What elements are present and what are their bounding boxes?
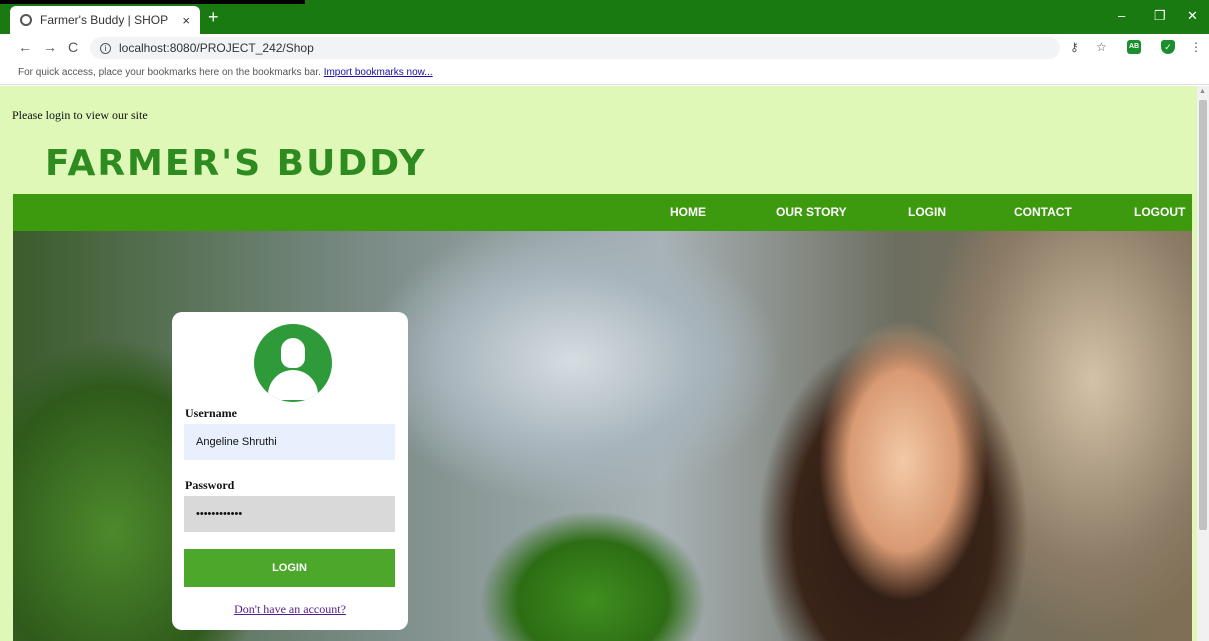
shield-extension-icon[interactable]: ✓ [1161,40,1175,54]
tab-title: Farmer's Buddy | SHOP [40,13,169,27]
nav-login[interactable]: LOGIN [908,205,946,219]
nav-logout[interactable]: LOGOUT [1134,205,1185,219]
password-label: Password [185,478,235,492]
tab-close-icon[interactable]: × [182,13,190,28]
bookmarks-bar: For quick access, place your bookmarks h… [0,61,1209,85]
info-icon[interactable]: i [100,42,111,54]
user-avatar-icon [254,324,332,402]
username-label: Username [185,406,237,420]
scrollbar-thumb[interactable] [1199,100,1207,530]
scroll-up-icon[interactable]: ▲ [1199,88,1206,95]
import-bookmarks-link[interactable]: Import bookmarks now... [324,67,433,78]
browser-tab[interactable]: Farmer's Buddy | SHOP × [10,6,200,34]
forward-icon[interactable]: → [43,39,57,55]
login-button[interactable]: LOGIN [184,549,395,587]
url-field[interactable]: i localhost:8080/PROJECT_242/Shop [90,37,1060,59]
url-text: localhost:8080/PROJECT_242/Shop [119,41,314,55]
key-icon[interactable]: ⚷ [1070,40,1079,54]
nav-home[interactable]: HOME [670,205,706,219]
nav-contact[interactable]: CONTACT [1014,205,1072,219]
tab-strip-edge [0,0,305,4]
star-icon[interactable]: ☆ [1096,40,1107,54]
nav-our-story[interactable]: OUR STORY [776,205,847,219]
login-card: Username Password LOGIN Don't have an ac… [172,312,408,630]
main-nav: HOME OUR STORY LOGIN CONTACT LOGOUT [13,194,1192,231]
signup-link[interactable]: Don't have an account? [172,602,408,617]
address-bar: ← → C i localhost:8080/PROJECT_242/Shop … [0,34,1209,61]
site-logo[interactable]: FARMER'S BUDDY [45,143,427,184]
username-input[interactable] [184,424,395,460]
login-notice: Please login to view our site [12,108,148,122]
avatar-shoulders [268,370,318,400]
reload-icon[interactable]: C [68,39,78,55]
password-input[interactable] [184,496,395,532]
bookmarks-hint: For quick access, place your bookmarks h… [18,67,321,78]
restore-icon[interactable]: ❐ [1154,8,1166,24]
menu-icon[interactable]: ⋮ [1190,40,1202,54]
close-window-icon[interactable]: ✕ [1187,8,1198,24]
globe-icon [20,14,32,26]
new-tab-button[interactable]: + [208,7,219,28]
back-icon[interactable]: ← [18,39,32,55]
avatar-head [281,338,305,368]
minimize-icon[interactable]: – [1118,8,1125,23]
adblock-extension-icon[interactable]: AB [1127,40,1141,54]
